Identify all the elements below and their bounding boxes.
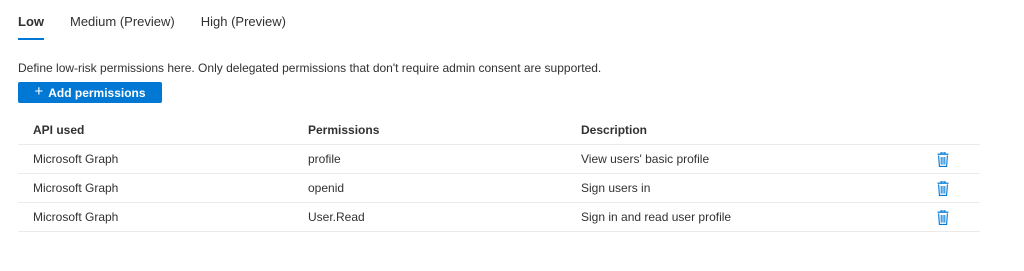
add-permissions-button[interactable]: + Add permissions <box>18 82 162 103</box>
api-cell: Microsoft Graph <box>33 210 119 224</box>
table-header-row: API used Permissions Description <box>18 115 980 145</box>
permission-cell: User.Read <box>308 210 365 224</box>
permissions-table: API used Permissions Description Microso… <box>18 115 980 232</box>
table-row: Microsoft Graph profile View users' basi… <box>18 145 980 174</box>
permissions-panel: Low Medium (Preview) High (Preview) Defi… <box>0 0 1024 271</box>
api-cell: Microsoft Graph <box>33 152 119 166</box>
table-row: Microsoft Graph User.Read Sign in and re… <box>18 203 980 232</box>
permission-cell: profile <box>308 152 341 166</box>
permission-level-tabs: Low Medium (Preview) High (Preview) <box>18 13 312 40</box>
trash-icon[interactable] <box>935 203 951 231</box>
tab-low[interactable]: Low <box>18 13 44 40</box>
description-cell: View users' basic profile <box>581 152 710 166</box>
permission-cell: openid <box>308 181 345 195</box>
trash-icon[interactable] <box>935 174 951 202</box>
plus-icon: + <box>34 83 44 100</box>
column-header-description: Description <box>581 122 648 137</box>
add-permissions-label: Add permissions <box>48 85 146 100</box>
description-cell: Sign in and read user profile <box>581 210 732 224</box>
api-cell: Microsoft Graph <box>33 181 119 195</box>
column-header-permissions: Permissions <box>308 122 380 137</box>
permissions-description: Define low-risk permissions here. Only d… <box>18 61 602 75</box>
column-header-api-used: API used <box>33 122 85 137</box>
table-row: Microsoft Graph openid Sign users in <box>18 174 980 203</box>
tab-high-preview[interactable]: High (Preview) <box>201 13 286 40</box>
description-cell: Sign users in <box>581 181 651 195</box>
tab-medium-preview[interactable]: Medium (Preview) <box>70 13 175 40</box>
trash-icon[interactable] <box>935 145 951 173</box>
